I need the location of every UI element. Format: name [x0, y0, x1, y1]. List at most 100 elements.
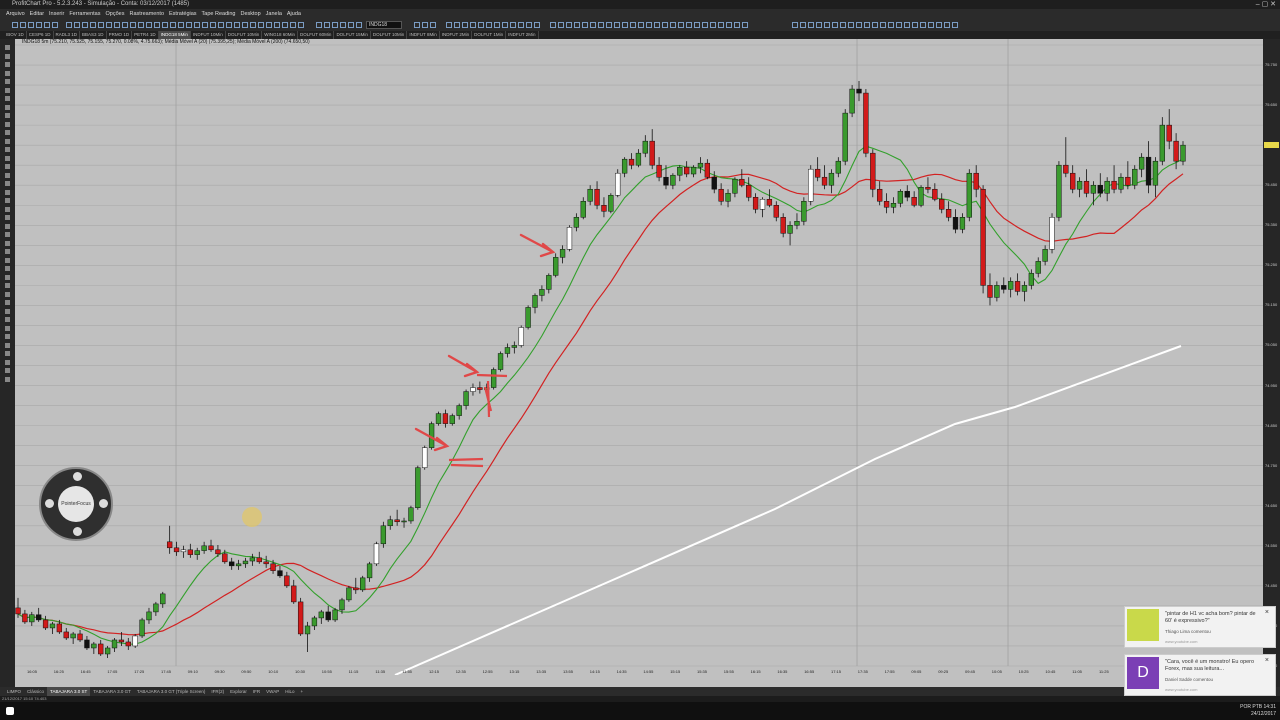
menu-item[interactable]: Inserir — [49, 11, 64, 17]
toolbar-button[interactable] — [896, 22, 902, 28]
tab-ifr[interactable]: IFR — [250, 687, 263, 696]
toolbar-button[interactable] — [462, 22, 468, 28]
toolbar-button[interactable] — [808, 22, 814, 28]
toolbar-button[interactable] — [486, 22, 492, 28]
menu-item[interactable]: Janela — [266, 11, 282, 17]
toolbar-button[interactable] — [590, 22, 596, 28]
drawing-tool-icon[interactable] — [5, 334, 10, 339]
tab-indfut-10min[interactable]: INDFUT 10Min — [191, 31, 226, 39]
toolbar-button[interactable] — [702, 22, 708, 28]
drawing-tool-icon[interactable] — [5, 206, 10, 212]
drawing-tool-icon[interactable] — [5, 62, 10, 67]
toolbar-button[interactable] — [574, 22, 580, 28]
drawing-tool-icon[interactable] — [5, 376, 10, 382]
tab-indfut-2min[interactable]: INDFUT 2Min — [440, 31, 473, 39]
toolbar-button[interactable] — [122, 22, 128, 28]
toolbar-button[interactable] — [114, 22, 120, 28]
toolbar-button[interactable] — [332, 22, 338, 28]
toolbar-button[interactable] — [502, 22, 508, 28]
drawing-tool-icon[interactable] — [5, 104, 10, 110]
drawing-tool-icon[interactable] — [5, 96, 10, 101]
tab-tabajara-3-0-st[interactable]: TABAJARA 3.0 ST — [47, 687, 91, 696]
toolbar-button[interactable] — [454, 22, 460, 28]
drawing-tool-icon[interactable] — [5, 181, 10, 186]
menu-item[interactable]: Estratégias — [169, 11, 197, 17]
toolbar-button[interactable] — [944, 22, 950, 28]
toolbar-button[interactable] — [258, 22, 264, 28]
tab-limpo[interactable]: LIMPO — [4, 687, 24, 696]
drawing-tool-icon[interactable] — [5, 147, 10, 152]
toolbar-button[interactable] — [194, 22, 200, 28]
toolbar-button[interactable] — [250, 22, 256, 28]
pointer-focus-button-top[interactable] — [73, 472, 82, 481]
toolbar-button[interactable] — [630, 22, 636, 28]
toolbar-button[interactable] — [880, 22, 886, 28]
tab-tabajara-3-0-gt-triple-screen-[interactable]: TABAJARA 3.0 GT (Triple Screen) — [134, 687, 208, 696]
drawing-tool-icon[interactable] — [5, 266, 10, 271]
toolbar-button[interactable] — [792, 22, 798, 28]
close-icon[interactable]: × — [1265, 657, 1269, 664]
toolbar-button[interactable] — [20, 22, 26, 28]
toolbar-button[interactable] — [234, 22, 240, 28]
drawing-tool-icon[interactable] — [5, 53, 10, 59]
toolbar-button[interactable] — [518, 22, 524, 28]
toolbar-button[interactable] — [952, 22, 958, 28]
toolbar-button[interactable] — [98, 22, 104, 28]
tab-hilo[interactable]: HiLo — [282, 687, 297, 696]
drawing-tool-icon[interactable] — [5, 172, 10, 178]
toolbar-button[interactable] — [298, 22, 304, 28]
toolbar-button[interactable] — [202, 22, 208, 28]
toolbar-button[interactable] — [138, 22, 144, 28]
menu-item[interactable]: Arquivo — [6, 11, 25, 17]
toolbar-button[interactable] — [28, 22, 34, 28]
toolbar-button[interactable] — [662, 22, 668, 28]
drawing-tool-icon[interactable] — [5, 240, 10, 246]
drawing-tool-icon[interactable] — [5, 249, 10, 254]
toolbar-button[interactable] — [816, 22, 822, 28]
drawing-tool-icon[interactable] — [5, 79, 10, 84]
toolbar-button[interactable] — [718, 22, 724, 28]
toolbar-button[interactable] — [130, 22, 136, 28]
drawing-tool-icon[interactable] — [5, 257, 10, 263]
tab-dolfut-10min[interactable]: DOLFUT 10Min — [226, 31, 263, 39]
toolbar-button[interactable] — [242, 22, 248, 28]
toolbar-button[interactable] — [348, 22, 354, 28]
drawing-tool-icon[interactable] — [5, 164, 10, 169]
price-axis[interactable]: 74.25074.35074.45074.55074.65074.75074.8… — [1263, 39, 1280, 687]
tab-explorar[interactable]: Explorar — [227, 687, 250, 696]
toolbar-button[interactable] — [726, 22, 732, 28]
toolbar-button[interactable] — [800, 22, 806, 28]
menu-item[interactable]: Desktop — [240, 11, 260, 17]
menu-item[interactable]: Opções — [106, 11, 125, 17]
pointer-focus-icon[interactable]: PointerFocus — [58, 486, 94, 522]
pointer-focus-button-left[interactable] — [45, 499, 54, 508]
toolbar-button[interactable] — [606, 22, 612, 28]
menu-item[interactable]: Ajuda — [287, 11, 301, 17]
toolbar-button[interactable] — [638, 22, 644, 28]
toolbar-button[interactable] — [12, 22, 18, 28]
tab-cl-ssico[interactable]: Clássico — [24, 687, 47, 696]
toolbar-button[interactable] — [340, 22, 346, 28]
toolbar-button[interactable] — [558, 22, 564, 28]
toolbar-button[interactable] — [566, 22, 572, 28]
toolbar-button[interactable] — [274, 22, 280, 28]
tab-dolfut-1min[interactable]: DOLFUT 1Min — [472, 31, 507, 39]
toolbar-button[interactable] — [550, 22, 556, 28]
toolbar-button[interactable] — [66, 22, 72, 28]
menu-item[interactable]: Tape Reading — [202, 11, 236, 17]
menu-item[interactable]: Rastreamento — [129, 11, 164, 17]
toolbar-button[interactable] — [162, 22, 168, 28]
toolbar-button[interactable] — [154, 22, 160, 28]
toolbar-button[interactable] — [106, 22, 112, 28]
toolbar-button[interactable] — [52, 22, 58, 28]
toolbar-button[interactable] — [734, 22, 740, 28]
drawing-tool-icon[interactable] — [5, 300, 10, 305]
toolbar-button[interactable] — [670, 22, 676, 28]
notification-toast[interactable]: "pintar de H1 vc acha bom? pintar de 60'… — [1124, 606, 1276, 648]
tab-petr4-1d[interactable]: PETR4 1D — [132, 31, 159, 39]
toolbar-button[interactable] — [936, 22, 942, 28]
drawing-toolbar[interactable] — [0, 39, 15, 687]
drawing-tool-icon[interactable] — [5, 351, 10, 356]
tab-prmo-1d[interactable]: PRMO 1D — [107, 31, 133, 39]
drawing-tool-icon[interactable] — [5, 45, 10, 50]
